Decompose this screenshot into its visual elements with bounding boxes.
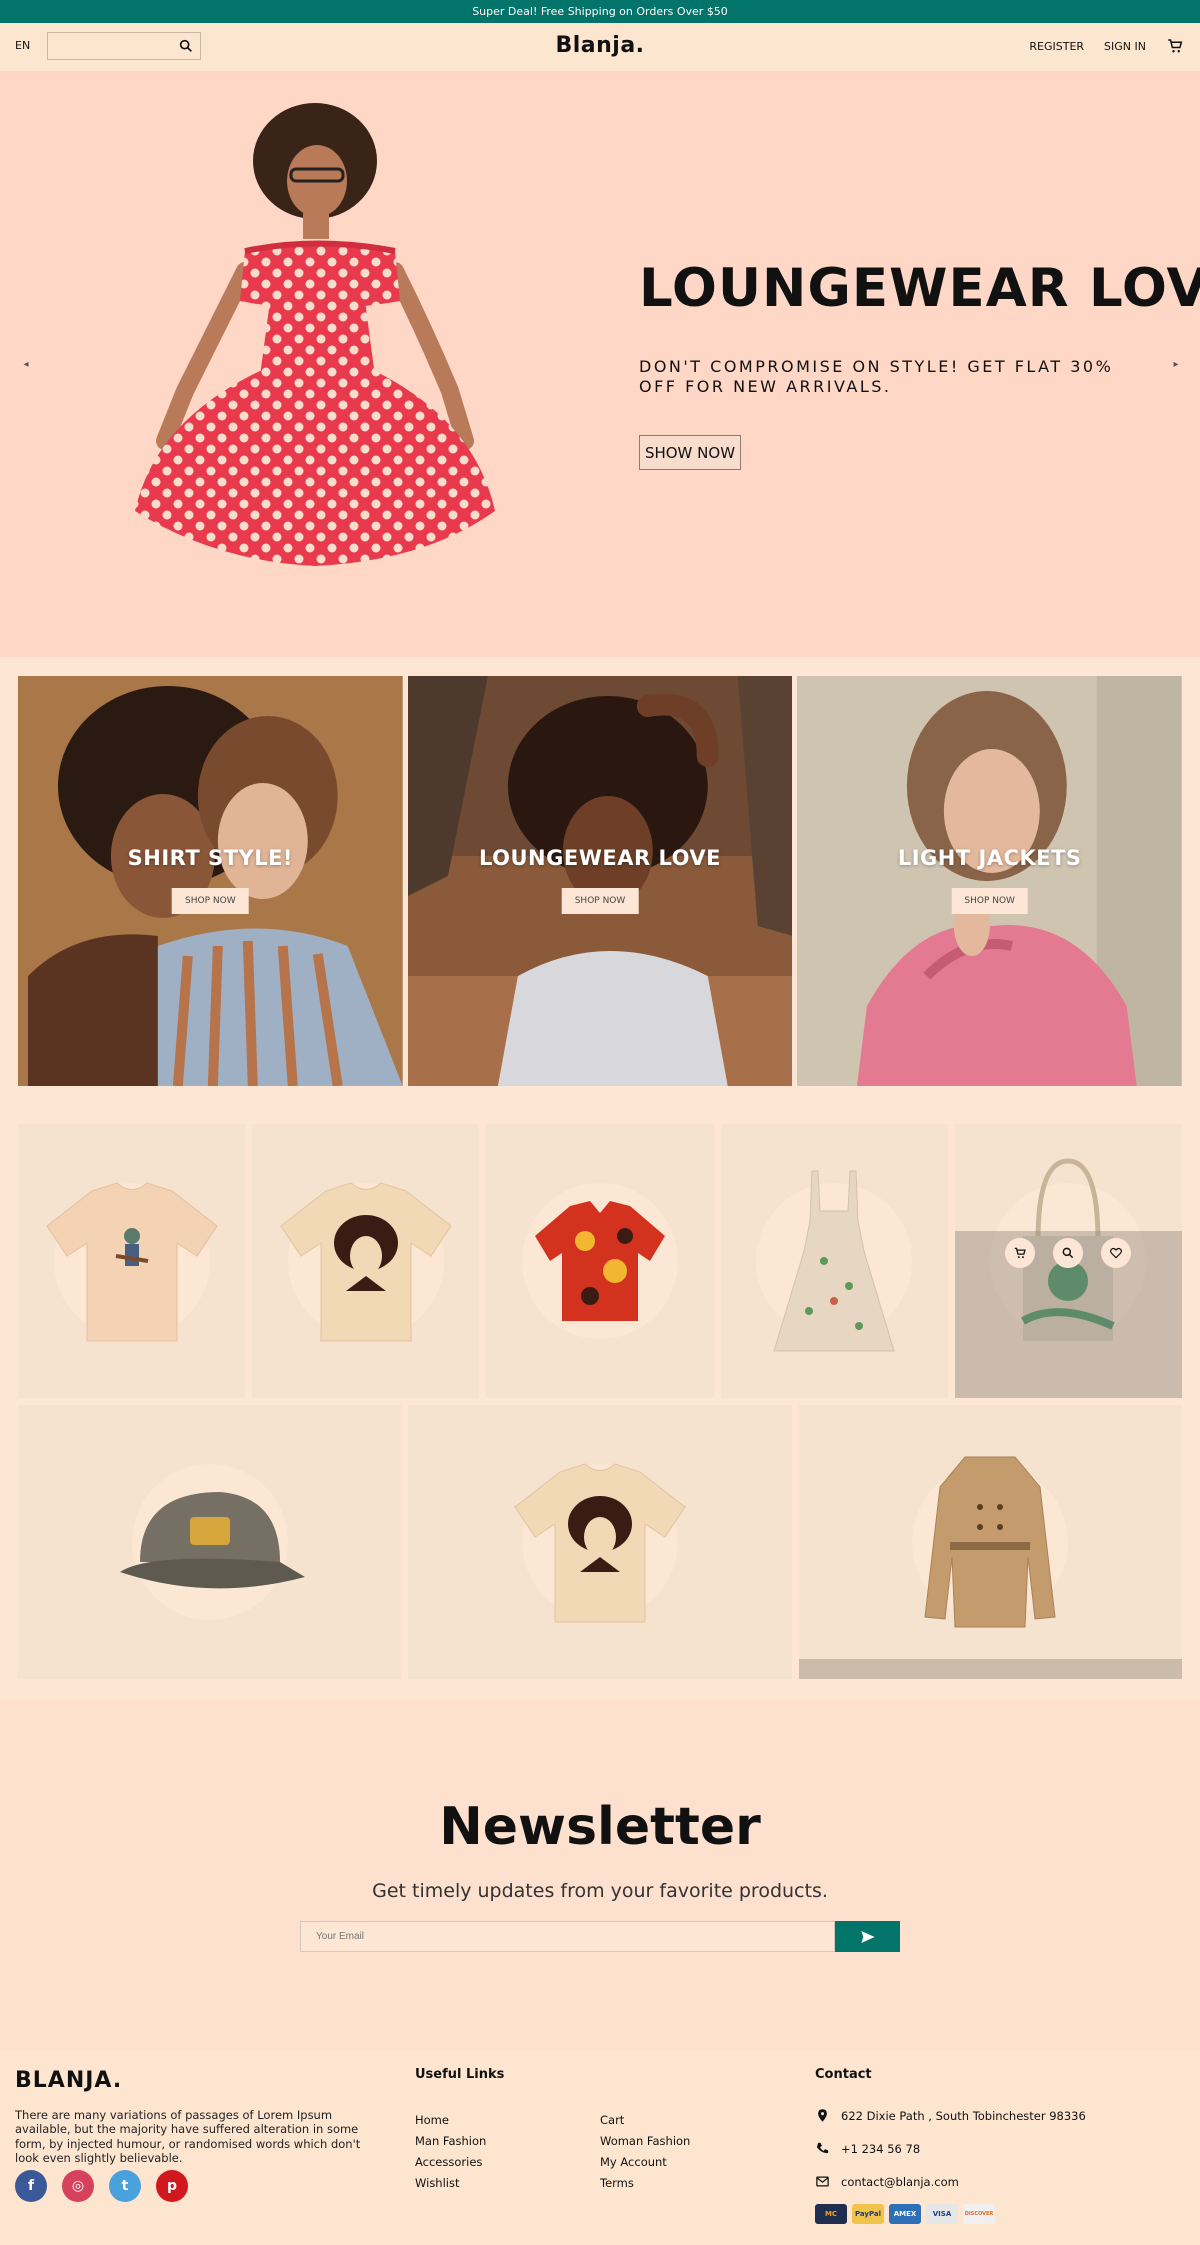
hero-show-now-button[interactable]: SHOW NOW bbox=[639, 435, 741, 470]
category-shop-now-button[interactable]: SHOP NOW bbox=[951, 888, 1028, 914]
category-shirt-style[interactable]: SHIRT STYLE! SHOP NOW bbox=[18, 676, 403, 1086]
useful-links-title: Useful Links bbox=[415, 2067, 505, 2082]
category-light-jackets[interactable]: LIGHT JACKETS SHOP NOW bbox=[797, 676, 1183, 1086]
product-card-tshirt-guitar[interactable] bbox=[18, 1124, 246, 1398]
add-to-cart-button[interactable] bbox=[1005, 1238, 1036, 1268]
mastercard-icon: MC bbox=[815, 2204, 847, 2224]
sign-in-link[interactable]: SIGN IN bbox=[1104, 40, 1146, 53]
cap-image bbox=[119, 1492, 305, 1589]
product-card-floral-dress[interactable] bbox=[720, 1124, 948, 1398]
quick-view-button[interactable] bbox=[1053, 1238, 1084, 1268]
category-title: LIGHT JACKETS bbox=[897, 846, 1082, 870]
product-card-trench-coat[interactable] bbox=[798, 1405, 1182, 1679]
newsletter-form bbox=[300, 1921, 900, 1952]
footer-logo[interactable]: BLANJA. bbox=[15, 2068, 122, 2093]
map-pin-icon bbox=[818, 2109, 827, 2122]
product-card-tshirt-portrait-2[interactable] bbox=[408, 1405, 792, 1679]
product-card-tote-bag[interactable] bbox=[954, 1124, 1183, 1398]
address-text: 622 Dixie Path , South Tobinchester 9833… bbox=[841, 2108, 1086, 2123]
contact-phone: +1 234 56 78 bbox=[815, 2141, 920, 2156]
footer-link-man-fashion[interactable]: Man Fashion bbox=[415, 2134, 486, 2148]
paypal-icon: PayPal bbox=[852, 2204, 884, 2224]
site-logo[interactable]: Blanja. bbox=[0, 33, 1200, 58]
account-links: REGISTER SIGN IN bbox=[1029, 37, 1184, 55]
newsletter-title: Newsletter bbox=[439, 1797, 761, 1857]
amex-icon: AMEX bbox=[889, 2204, 921, 2224]
newsletter-submit-button[interactable] bbox=[835, 1921, 900, 1952]
phone-text[interactable]: +1 234 56 78 bbox=[841, 2142, 920, 2156]
category-loungewear-love[interactable]: LOUNGEWEAR LOVE SHOP NOW bbox=[407, 676, 793, 1086]
category-image-shirt bbox=[18, 676, 403, 1086]
payment-methods: MC PayPal AMEX VISA DISCOVER bbox=[815, 2204, 995, 2224]
hero-next-arrow[interactable]: ▸ bbox=[1166, 354, 1186, 374]
footer-link-cart[interactable]: Cart bbox=[600, 2113, 690, 2127]
tshirt-image bbox=[45, 1182, 218, 1342]
footer: BLANJA. There are many variations of pas… bbox=[0, 2050, 1200, 2245]
mail-icon bbox=[816, 2176, 829, 2187]
contact-email: contact@blanja.com bbox=[815, 2174, 959, 2189]
footer-link-my-account[interactable]: My Account bbox=[600, 2155, 690, 2169]
contact-title: Contact bbox=[815, 2067, 872, 2082]
category-title: SHIRT STYLE! bbox=[127, 846, 293, 870]
category-shop-now-button[interactable]: SHOP NOW bbox=[172, 888, 249, 914]
instagram-icon[interactable]: ◎ bbox=[62, 2170, 94, 2202]
hero-prev-arrow[interactable]: ◂ bbox=[16, 354, 36, 374]
hero-title: LOUNGEWEAR LOVE bbox=[639, 258, 1200, 319]
search-icon bbox=[1063, 1247, 1074, 1259]
hero-banner: ◂ LOUNGEWEAR LOVE DON'T COMPROMISE ON ST… bbox=[0, 71, 1200, 657]
facebook-icon[interactable]: f bbox=[15, 2170, 47, 2202]
phone-icon bbox=[816, 2142, 829, 2154]
floral-dress-image bbox=[773, 1170, 895, 1352]
tshirt-portrait-image bbox=[514, 1463, 686, 1623]
newsletter-email-input[interactable] bbox=[300, 1921, 835, 1952]
footer-link-woman-fashion[interactable]: Woman Fashion bbox=[600, 2134, 690, 2148]
header: EN Blanja. REGISTER SIGN IN bbox=[0, 23, 1200, 71]
footer-link-home[interactable]: Home bbox=[415, 2113, 486, 2127]
category-shop-now-button[interactable]: SHOP NOW bbox=[561, 888, 639, 914]
footer-links-col2: Cart Woman Fashion My Account Terms bbox=[600, 2113, 690, 2190]
newsletter-subtitle: Get timely updates from your favorite pr… bbox=[372, 1880, 828, 1902]
promo-bar: Super Deal! Free Shipping on Orders Over… bbox=[0, 0, 1200, 23]
footer-link-wishlist[interactable]: Wishlist bbox=[415, 2176, 486, 2190]
social-links: f ◎ t p bbox=[15, 2170, 188, 2202]
category-image-loungewear bbox=[407, 676, 793, 1086]
tshirt-portrait-image bbox=[280, 1182, 452, 1342]
discover-icon: DISCOVER bbox=[963, 2204, 995, 2224]
heart-icon bbox=[1110, 1247, 1123, 1259]
promo-text: Super Deal! Free Shipping on Orders Over… bbox=[472, 5, 728, 18]
send-icon bbox=[860, 1930, 875, 1943]
product-card-cap[interactable] bbox=[18, 1405, 402, 1679]
product-card-hawaiian-shirt[interactable] bbox=[486, 1124, 714, 1398]
hawaiian-shirt-image bbox=[535, 1201, 665, 1321]
cart-icon bbox=[1015, 1247, 1027, 1259]
cart-icon[interactable] bbox=[1166, 37, 1184, 55]
product-card-tshirt-portrait[interactable] bbox=[252, 1124, 480, 1398]
hero-subtitle: DON'T COMPROMISE ON STYLE! GET FLAT 30% … bbox=[639, 357, 1114, 396]
wishlist-button[interactable] bbox=[1101, 1238, 1132, 1268]
category-image-jackets bbox=[797, 676, 1183, 1086]
visa-icon: VISA bbox=[926, 2204, 958, 2224]
footer-link-accessories[interactable]: Accessories bbox=[415, 2155, 486, 2169]
twitter-icon[interactable]: t bbox=[109, 2170, 141, 2202]
newsletter-section: Newsletter Get timely updates from your … bbox=[0, 1700, 1200, 2050]
pinterest-icon[interactable]: p bbox=[156, 2170, 188, 2202]
hero-model-image bbox=[135, 103, 495, 566]
email-text[interactable]: contact@blanja.com bbox=[841, 2175, 959, 2189]
register-link[interactable]: REGISTER bbox=[1029, 40, 1084, 53]
product-actions bbox=[1005, 1238, 1132, 1268]
product-grid bbox=[18, 1124, 1183, 1679]
footer-about-text: There are many variations of passages of… bbox=[15, 2108, 361, 2166]
footer-links-col1: Home Man Fashion Accessories Wishlist bbox=[415, 2113, 486, 2190]
footer-link-terms[interactable]: Terms bbox=[600, 2176, 690, 2190]
trench-coat-image bbox=[924, 1456, 1056, 1628]
category-title: LOUNGEWEAR LOVE bbox=[479, 846, 721, 870]
contact-address: 622 Dixie Path , South Tobinchester 9833… bbox=[815, 2108, 1086, 2123]
category-banners: SHIRT STYLE! SHOP NOW LOUNGEWEAR LOVE SH… bbox=[18, 676, 1183, 1086]
